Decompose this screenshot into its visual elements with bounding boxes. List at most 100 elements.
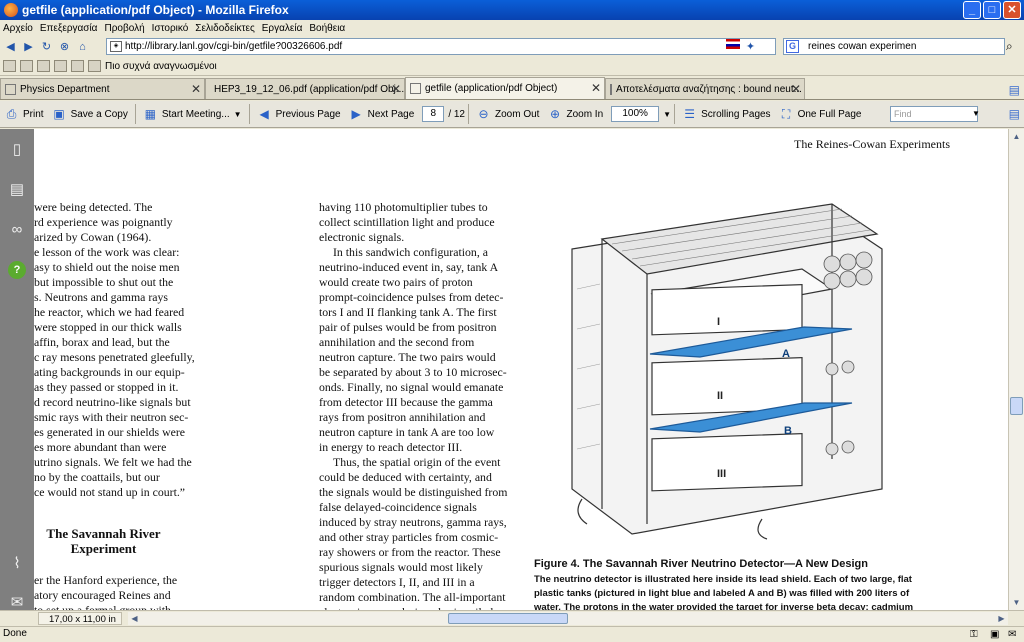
menu-edit[interactable]: Επεξεργασία (40, 23, 98, 34)
flag-icon[interactable] (726, 39, 740, 49)
minimize-button[interactable]: _ (963, 1, 981, 19)
back-arrow-icon[interactable]: ◀ (3, 39, 18, 54)
addon-icon[interactable]: ✦ (743, 39, 758, 54)
vertical-scroll-thumb[interactable] (1010, 397, 1023, 415)
search-input[interactable]: reines cowan experimen (808, 41, 916, 52)
page-number-input[interactable]: 8 (422, 106, 445, 122)
bookmark-icon[interactable] (20, 60, 33, 72)
bookmark-icon[interactable] (71, 60, 84, 72)
find-binoculars-icon[interactable]: ∞ (8, 221, 26, 239)
text-line: false delayed-coincidence signals (319, 500, 477, 514)
stop-icon[interactable]: ⊗ (57, 39, 72, 54)
bookmarks-toolbar: Πιο συχνά αναγνωσμένοι (0, 57, 1024, 76)
chevron-down-icon[interactable]: ▼ (663, 110, 671, 119)
text-line: ce would not stand up in court.” (34, 485, 186, 499)
pages-icon[interactable]: ▯ (8, 141, 26, 159)
adobe-help-icon[interactable]: ▤ (1009, 107, 1020, 121)
zoom-in-button[interactable]: ⊕ Zoom In (543, 103, 607, 125)
tab-search-results[interactable]: Αποτελέσματα αναζήτησης : bound neut... … (605, 78, 805, 99)
bookmark-icon[interactable] (37, 60, 50, 72)
tank-label-b: B (784, 425, 792, 437)
help-icon[interactable]: ? (8, 261, 26, 279)
text-line: neutrino-induced event in, say, tank A (319, 260, 499, 274)
close-button[interactable]: ✕ (1003, 1, 1021, 19)
tank-label-a: A (782, 348, 790, 360)
horizontal-scroll-thumb[interactable] (448, 613, 568, 624)
page-icon (5, 83, 16, 95)
window-titlebar: getfile (application/pdf Object) - Mozil… (0, 0, 1024, 20)
scroll-left-arrow-icon[interactable]: ◀ (128, 612, 141, 625)
scrolling-pages-button[interactable]: ☰ Scrolling Pages (678, 103, 774, 125)
bookmarks-panel-icon[interactable]: ▤ (8, 181, 26, 199)
text-line: es generated in our shields were (34, 425, 186, 439)
previous-page-button[interactable]: ◀ Previous Page (253, 103, 345, 125)
text-line: asy to shield out the noise men (34, 260, 180, 274)
toolbar-separator (248, 104, 250, 124)
addon-icons: ✦ (726, 39, 761, 54)
vertical-scrollbar[interactable]: ▲ ▼ (1008, 129, 1024, 610)
zoom-level-select[interactable]: 100% (611, 106, 660, 122)
magnifier-icon[interactable]: ⌕ (1006, 39, 1013, 54)
menu-bar: Αρχείο Επεξεργασία Προβολή Ιστορικό Σελι… (0, 20, 1024, 36)
text-line: random combination. The all-important (319, 590, 506, 604)
menu-view[interactable]: Προβολή (104, 23, 144, 34)
tab-close-icon[interactable]: ✕ (191, 82, 201, 96)
text-line: were being detected. The (34, 200, 153, 214)
tab-close-icon[interactable]: ✕ (791, 82, 801, 96)
text-line: tors I and II flanking tank A. The first (319, 305, 497, 319)
menu-file[interactable]: Αρχείο (3, 23, 33, 34)
text-line: affin, borax and lead, but the (34, 335, 170, 349)
tab-hep3-pdf[interactable]: HEP3_19_12_06.pdf (application/pdf Obj..… (205, 78, 405, 99)
status-text: Done (3, 628, 27, 639)
home-icon[interactable]: ⌂ (75, 39, 90, 54)
reload-icon[interactable]: ↻ (39, 39, 54, 54)
one-full-page-button[interactable]: ⛶ One Full Page (775, 103, 866, 125)
section-heading: The Savannah River Experiment (36, 526, 171, 556)
forward-arrow-icon[interactable]: ▶ (21, 39, 36, 54)
menu-history[interactable]: Ιστορικό (152, 23, 189, 34)
text-line: but impossible to shut out the (34, 275, 174, 289)
text-line: rays from positron annihilation and (319, 410, 486, 424)
figure-caption-title: Figure 4. The Savannah River Neutrino De… (534, 558, 868, 570)
list-all-tabs-icon[interactable]: ▤ (1009, 83, 1020, 97)
toolbar-separator (468, 104, 469, 124)
find-input[interactable]: Find (890, 106, 978, 122)
tab-getfile[interactable]: getfile (application/pdf Object) ✕ (405, 77, 605, 99)
chevron-down-icon[interactable]: ▼ (972, 109, 980, 118)
running-head: The Reines-Cowan Experiments (794, 137, 950, 151)
maximize-button[interactable]: □ (983, 1, 1001, 19)
search-bar[interactable]: G reines cowan experimen (783, 38, 1005, 55)
bookmark-icon[interactable] (54, 60, 67, 72)
text-column-left-continued: er the Hanford experience, the atory enco… (34, 573, 177, 610)
tab-close-icon[interactable]: ✕ (391, 82, 401, 96)
attachment-paperclip-icon[interactable]: ⌇ (8, 555, 26, 573)
scroll-down-arrow-icon[interactable]: ▼ (1009, 595, 1024, 610)
text-line: he reactor, which we had feared (34, 305, 185, 319)
url-bar[interactable]: ◈ http://library.lanl.gov/cgi-bin/getfil… (106, 38, 776, 55)
most-visited-label[interactable]: Πιο συχνά αναγνωσμένοι (105, 61, 217, 72)
menu-tools[interactable]: Εργαλεία (262, 23, 303, 34)
text-line: d record neutrino-like signals but (34, 395, 191, 409)
menu-help[interactable]: Βοήθεια (309, 23, 345, 34)
next-page-button[interactable]: ▶ Next Page (345, 103, 419, 125)
horizontal-scrollbar[interactable]: ◀ ▶ (128, 612, 1008, 625)
toolbar-separator (674, 104, 676, 124)
tab-close-icon[interactable]: ✕ (591, 81, 601, 95)
text-line: s. Neutrons and gamma rays (34, 290, 168, 304)
most-visited-folder-icon[interactable] (88, 60, 101, 72)
detector-label-i: I (717, 316, 720, 328)
tab-physics-department[interactable]: Physics Department ✕ (0, 78, 205, 99)
text-line: onds. Finally, no signal would emanate (319, 380, 504, 394)
window-title: getfile (application/pdf Object) - Mozil… (22, 3, 289, 17)
scroll-up-arrow-icon[interactable]: ▲ (1009, 129, 1024, 144)
zoom-out-button[interactable]: ⊖ Zoom Out (472, 103, 543, 125)
menu-bookmarks[interactable]: Σελιδοδείκτες (195, 23, 254, 34)
text-line: from detector III because the gamma (319, 395, 493, 409)
start-meeting-button[interactable]: ▦ Start Meeting... ▼ (139, 103, 246, 125)
bookmark-icon[interactable] (3, 60, 16, 72)
print-button[interactable]: ⎙ Print (0, 103, 48, 125)
scroll-right-arrow-icon[interactable]: ▶ (995, 612, 1008, 625)
text-line: Thus, the spatial origin of the event (333, 455, 501, 469)
search-engine-icon[interactable]: G (786, 40, 799, 53)
save-copy-button[interactable]: ▣ Save a Copy (48, 103, 132, 125)
